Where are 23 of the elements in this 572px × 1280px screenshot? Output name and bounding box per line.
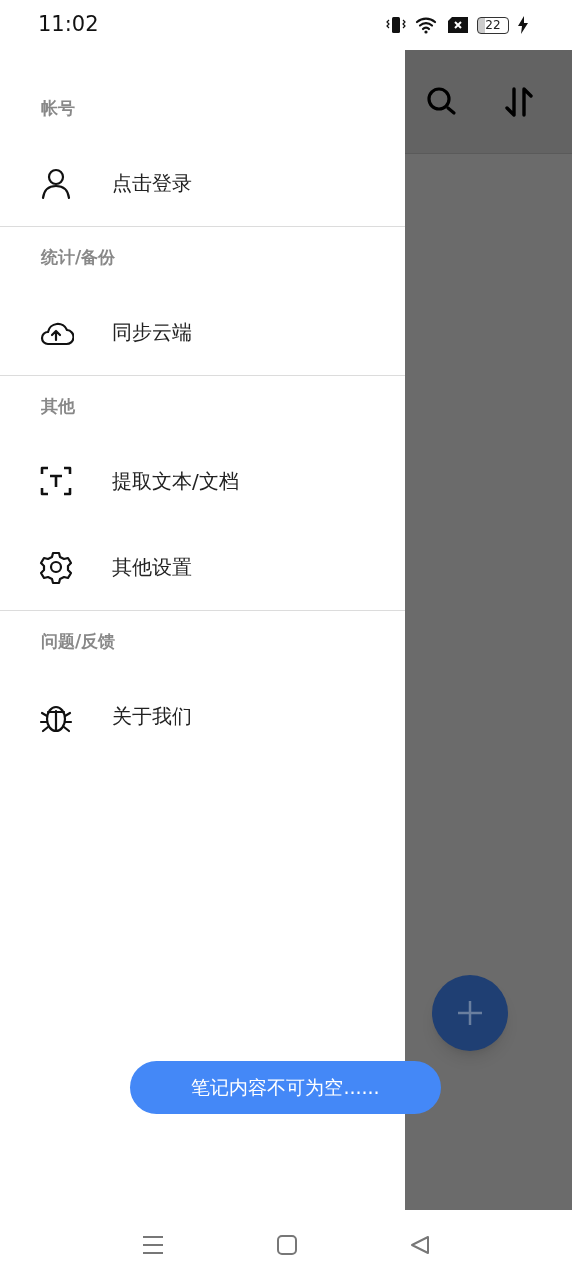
status-time: 11:02: [38, 11, 99, 39]
wifi-icon: [415, 16, 439, 34]
drawer-item[interactable]: 同步云端: [0, 289, 405, 375]
gear-icon: [38, 549, 74, 585]
drawer-item[interactable]: 提取文本/文档: [0, 438, 405, 524]
charging-bolt-icon: [518, 16, 528, 34]
battery-indicator: 22: [477, 16, 509, 34]
drawer-item[interactable]: 其他设置: [0, 524, 405, 610]
search-icon[interactable]: [426, 85, 458, 118]
section-header: 其他: [41, 395, 75, 419]
drawer-item[interactable]: 关于我们: [0, 673, 405, 759]
section-header: 问题/反馈: [41, 630, 116, 654]
vibrate-icon: [386, 16, 406, 34]
plus-icon: [457, 1000, 483, 1026]
sort-icon[interactable]: [504, 84, 534, 119]
back-icon[interactable]: [410, 1235, 431, 1255]
home-icon[interactable]: [277, 1235, 297, 1255]
toast-message: 笔记内容不可为空......: [130, 1061, 441, 1114]
sim-error-icon: [448, 17, 468, 33]
menu-icon[interactable]: [141, 1235, 164, 1255]
section-header: 统计/备份: [41, 246, 116, 270]
drawer-item[interactable]: 点击登录: [0, 140, 405, 226]
section-header: 帐号: [41, 97, 75, 121]
